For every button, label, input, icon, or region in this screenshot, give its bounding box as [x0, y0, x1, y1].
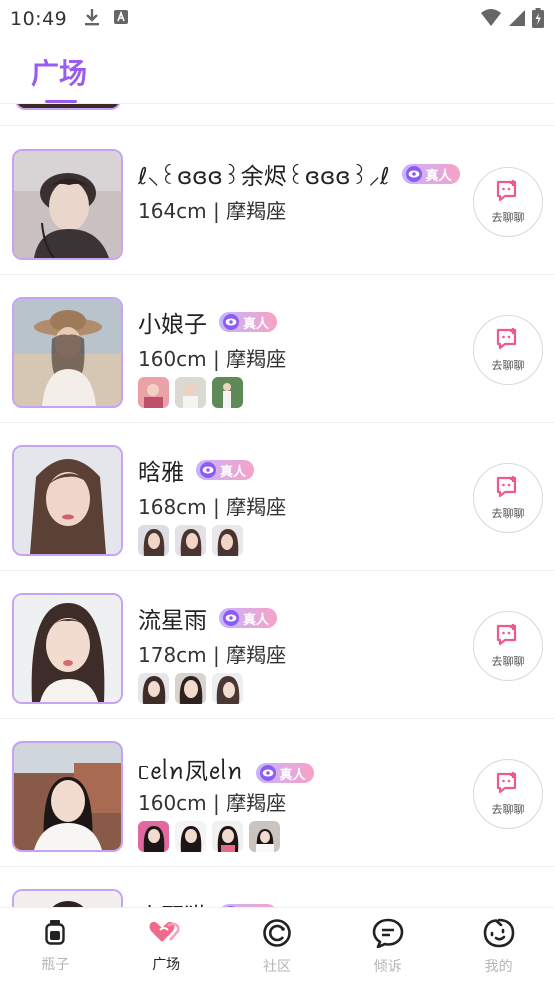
photo-thumbnails	[138, 673, 243, 704]
verified-badge-label: 真人	[243, 612, 270, 628]
photo-thumbnail[interactable]	[212, 821, 243, 852]
tab-indicator	[45, 100, 77, 103]
photo-thumbnails	[138, 377, 243, 408]
list-item-partial-top	[0, 104, 554, 126]
avatar[interactable]	[12, 297, 123, 408]
nav-label: 社区	[262, 959, 291, 975]
nav-label: 我的	[484, 959, 513, 975]
community-icon	[262, 918, 292, 952]
avatar[interactable]	[12, 889, 123, 907]
face-icon	[483, 918, 515, 952]
chat-button-label: 去聊聊	[491, 507, 525, 520]
photo-thumbnail[interactable]	[212, 525, 243, 556]
user-info: 178cm | 摩羯座	[138, 643, 287, 667]
text-notification-icon	[113, 9, 129, 29]
chat-add-icon	[495, 179, 521, 207]
user-info: 160cm | 摩羯座	[138, 347, 287, 371]
verified-badge-label: 真人	[425, 168, 452, 184]
nav-item-community[interactable]: 社区	[222, 908, 333, 984]
verified-badge: 真人	[401, 164, 460, 184]
eye-icon	[259, 765, 276, 781]
verified-badge: 真人	[219, 312, 278, 332]
avatar-partial	[15, 104, 121, 110]
verified-badge: 真人	[196, 460, 255, 480]
avatar[interactable]	[12, 149, 123, 260]
verified-badge-label: 真人	[243, 316, 270, 332]
photo-thumbnail[interactable]	[175, 673, 206, 704]
header: 广场	[0, 38, 554, 104]
user-info: 168cm | 摩羯座	[138, 495, 287, 519]
nav-item-mine[interactable]: 我的	[443, 908, 554, 984]
nav-item-confide[interactable]: 倾诉	[332, 908, 443, 984]
list-item[interactable]: ᥴꫀᥣꪀ凤ꫀᥣꪀ 真人 160cm | 摩羯座 去聊聊	[0, 719, 554, 867]
avatar[interactable]	[12, 741, 123, 852]
photo-thumbnail[interactable]	[249, 821, 280, 852]
chat-button-label: 去聊聊	[491, 803, 525, 816]
list-item[interactable]: 流星雨 真人 178cm | 摩羯座 去聊聊	[0, 571, 554, 719]
photo-thumbnail[interactable]	[138, 673, 169, 704]
wifi-icon	[480, 9, 502, 31]
list-item[interactable]: 小野猫 真人	[0, 867, 554, 907]
user-list[interactable]: ℓ⸜꒰ɞɞɞ꒱余烬꒰ɞɞɞ꒱⸝ℓ 真人 164cm | 摩羯座 去聊聊 小娘子 …	[0, 104, 554, 907]
nav-item-bottle[interactable]: 瓶子	[0, 908, 111, 984]
download-icon	[83, 7, 101, 31]
nav-item-square[interactable]: 广场	[111, 908, 222, 984]
nav-label: 广场	[152, 957, 181, 973]
photo-thumbnails	[138, 525, 243, 556]
eye-icon	[223, 314, 239, 330]
photo-thumbnail[interactable]	[138, 525, 169, 556]
chat-add-icon	[495, 771, 521, 799]
user-info: 164cm | 摩羯座	[138, 199, 287, 223]
chat-button[interactable]: 去聊聊	[473, 611, 543, 681]
user-name: 小野猫	[138, 897, 207, 907]
chat-button[interactable]: 去聊聊	[473, 759, 543, 829]
signal-icon	[508, 9, 526, 31]
chat-button-label: 去聊聊	[491, 359, 525, 372]
battery-icon	[532, 8, 544, 32]
list-item[interactable]: 晗雅 真人 168cm | 摩羯座 去聊聊	[0, 423, 554, 571]
eye-icon	[223, 610, 239, 626]
chat-bubble-icon	[372, 918, 404, 952]
user-name: 晗雅	[138, 460, 184, 486]
list-item[interactable]: 小娘子 真人 160cm | 摩羯座 去聊聊	[0, 275, 554, 423]
photo-thumbnail[interactable]	[138, 821, 169, 852]
status-bar: 10:49	[0, 0, 554, 38]
list-item[interactable]: ℓ⸜꒰ɞɞɞ꒱余烬꒰ɞɞɞ꒱⸝ℓ 真人 164cm | 摩羯座 去聊聊	[0, 127, 554, 275]
eye-icon	[405, 166, 422, 182]
photo-thumbnail[interactable]	[175, 377, 206, 408]
user-name: 小娘子	[138, 312, 207, 338]
bottle-icon	[41, 918, 69, 950]
nav-label: 倾诉	[373, 959, 402, 975]
tab-square[interactable]: 广场	[31, 52, 87, 92]
photo-thumbnail[interactable]	[212, 673, 243, 704]
photo-thumbnail[interactable]	[175, 525, 206, 556]
avatar[interactable]	[12, 593, 123, 704]
user-name: ℓ⸜꒰ɞɞɞ꒱余烬꒰ɞɞɞ꒱⸝ℓ	[138, 164, 390, 190]
chat-add-icon	[495, 623, 521, 651]
photo-thumbnails	[138, 821, 280, 852]
chat-button[interactable]: 去聊聊	[473, 167, 543, 237]
chat-add-icon	[495, 327, 521, 355]
status-time: 10:49	[10, 8, 68, 30]
heart-icon	[148, 918, 184, 950]
chat-button[interactable]: 去聊聊	[473, 315, 543, 385]
nav-label: 瓶子	[41, 957, 70, 973]
photo-thumbnail[interactable]	[138, 377, 169, 408]
photo-thumbnail[interactable]	[175, 821, 206, 852]
verified-badge: 真人	[255, 763, 314, 783]
user-info: 160cm | 摩羯座	[138, 791, 287, 815]
bottom-nav: 瓶子 广场 社区 倾诉 我的	[0, 907, 554, 984]
verified-badge-label: 真人	[220, 464, 247, 480]
eye-icon	[200, 462, 216, 478]
chat-button-label: 去聊聊	[491, 655, 525, 668]
chat-button[interactable]: 去聊聊	[473, 463, 543, 533]
verified-badge-label: 真人	[279, 767, 306, 783]
avatar[interactable]	[12, 445, 123, 556]
photo-thumbnail[interactable]	[212, 377, 243, 408]
user-name: 流星雨	[138, 608, 207, 634]
chat-add-icon	[495, 475, 521, 503]
verified-badge: 真人	[219, 608, 278, 628]
chat-button-label: 去聊聊	[491, 211, 525, 224]
